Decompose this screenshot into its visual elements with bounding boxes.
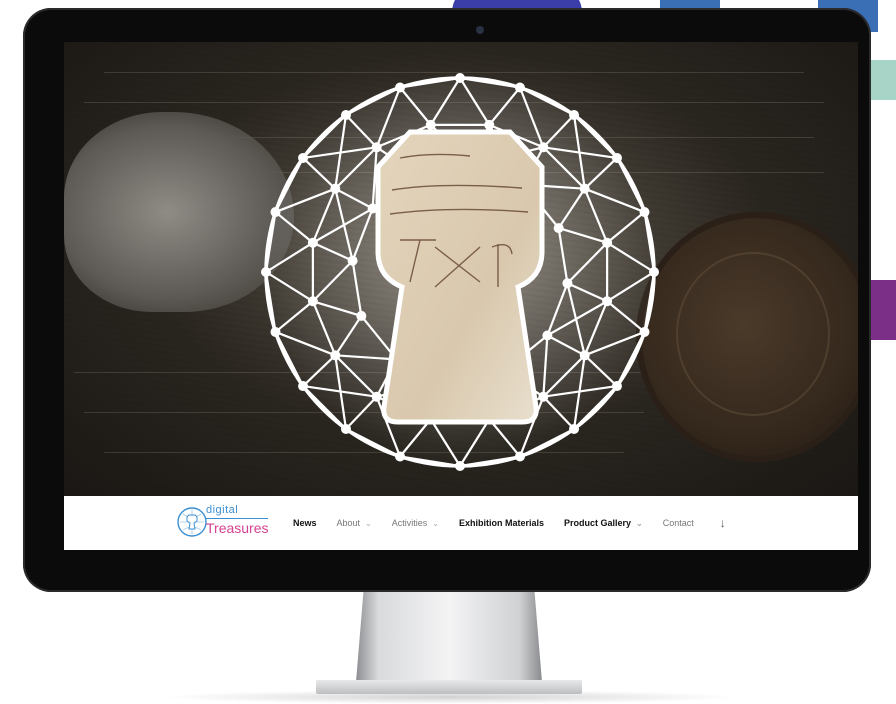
nav-item-label: Exhibition Materials: [458, 518, 544, 528]
scroll-down-button[interactable]: ↓: [714, 516, 726, 530]
nav-item-label: About: [336, 518, 361, 528]
nav-menu: News About ⌄ Activities ⌄ Exhibition Mat…: [293, 496, 746, 550]
nav-item-product-gallery[interactable]: Product Gallery ⌄: [564, 518, 643, 528]
nav-item-label: Activities: [391, 518, 428, 528]
site-logo[interactable]: digital Treasures: [176, 502, 276, 544]
monitor-stand: [356, 592, 542, 682]
keyhole-globe-icon: [177, 507, 207, 537]
monitor-base: [316, 680, 582, 694]
main-navigation: digital Treasures News About ⌄ Activitie…: [64, 496, 858, 550]
nav-item-news[interactable]: News: [293, 518, 317, 528]
wax-seal-image: [636, 212, 858, 462]
arrow-down-icon: ↓: [719, 516, 726, 530]
nav-item-label: Contact: [662, 518, 694, 528]
nav-item-exhibition-materials[interactable]: Exhibition Materials: [459, 518, 544, 528]
nav-item-label: News: [293, 518, 317, 528]
logo-divider: [206, 518, 268, 519]
logo-text-treasures: Treasures: [206, 520, 269, 536]
camera-icon: [476, 26, 484, 34]
nav-item-label: Product Gallery: [564, 518, 632, 528]
keyhole-network-emblem: [261, 73, 659, 471]
chevron-down-icon: ⌄: [636, 518, 643, 528]
logo-text-digital: digital: [206, 504, 239, 516]
website-screen: digital Treasures News About ⌄ Activitie…: [64, 42, 858, 550]
nav-item-about[interactable]: About ⌄: [337, 518, 372, 528]
chevron-down-icon: ⌄: [432, 518, 439, 528]
nav-item-activities[interactable]: Activities ⌄: [392, 518, 439, 528]
hero-banner: [64, 42, 858, 496]
chevron-down-icon: ⌄: [365, 518, 372, 528]
nav-item-contact[interactable]: Contact: [663, 518, 694, 528]
